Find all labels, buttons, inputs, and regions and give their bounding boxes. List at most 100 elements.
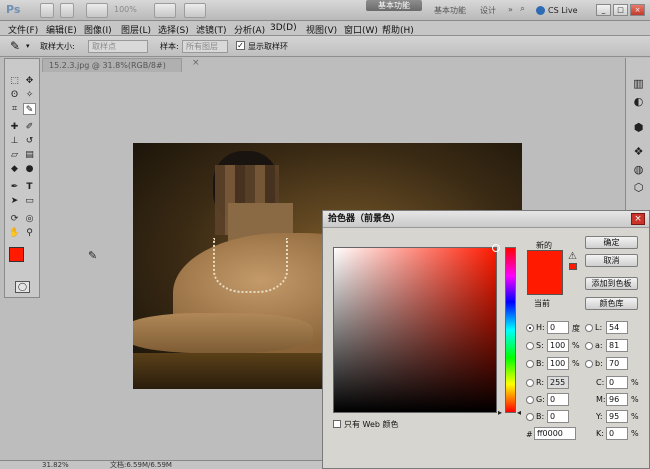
radio-l[interactable] [585,324,593,332]
menu-layer[interactable]: 图层(L) [121,23,151,36]
radio-brightness[interactable] [526,360,534,368]
sample-select[interactable]: 所有图层 [182,40,228,53]
channels-panel-icon[interactable]: ◍ [630,162,647,177]
menu-window[interactable]: 窗口(W) [344,23,378,36]
hue-field[interactable]: 0 [547,321,569,334]
color-panel-icon[interactable]: ▥ [630,76,647,91]
saturation-brightness-field[interactable] [333,244,500,413]
color-libraries-button[interactable]: 颜色库 [585,297,638,310]
radio-red[interactable] [526,379,534,387]
gradient-tool-icon[interactable]: ▤ [23,149,36,161]
close-icon[interactable]: × [630,4,645,16]
gamut-correction-swatch[interactable] [569,263,577,270]
zoom-level[interactable]: 100% [114,5,137,14]
path-select-tool-icon[interactable]: ➤ [8,195,21,207]
hand-tool-icon[interactable]: ✋ [8,227,21,239]
yellow-field[interactable]: 95 [606,410,628,423]
ok-button[interactable]: 确定 [585,236,638,249]
out-of-gamut-warning-icon[interactable]: ⚠ [568,251,577,262]
workspace-button-design[interactable]: 设计 [474,3,502,19]
shape-tool-icon[interactable]: ▭ [23,195,36,207]
status-zoom[interactable]: 31.82% [42,461,69,469]
web-only-checkbox[interactable] [333,420,341,428]
layers-panel-icon[interactable]: ❖ [630,144,647,159]
brightness-field[interactable]: 100 [547,357,569,370]
black-field[interactable]: 0 [606,427,628,440]
3d-panel-icon[interactable]: ⬢ [630,120,647,135]
workspace-button-essentials[interactable]: 基本功能 [428,3,472,19]
menu-view[interactable]: 视图(V) [306,23,337,36]
menu-filter[interactable]: 滤镜(T) [196,23,227,36]
crop-tool-icon[interactable]: ⌗ [8,103,21,115]
document-tab[interactable]: 15.2.3.jpg @ 31.8%(RGB/8#) [42,58,182,72]
mini-bridge-button[interactable] [60,3,74,18]
arrange-documents-button[interactable] [154,3,176,18]
type-tool-icon[interactable]: T [23,181,36,193]
eyedropper-tool-icon[interactable]: ✎ [23,103,36,115]
close-icon[interactable]: × [631,213,645,225]
menu-3d[interactable]: 3D(D) [270,23,297,33]
quick-mask-icon[interactable]: ◯ [15,281,30,293]
foreground-color-swatch[interactable] [9,247,24,262]
menu-select[interactable]: 选择(S) [158,23,189,36]
hue-slider[interactable] [505,247,516,413]
adjustments-panel-icon[interactable]: ◐ [630,94,647,109]
saturation-field[interactable]: 100 [547,339,569,352]
pen-tool-icon[interactable]: ✒ [8,181,21,193]
zoom-tool-icon[interactable]: ⚲ [23,227,36,239]
menu-help[interactable]: 帮助(H) [382,23,414,36]
healing-brush-tool-icon[interactable]: ✚ [8,121,21,133]
bridge-button[interactable] [40,3,54,18]
radio-green[interactable] [526,396,534,404]
radio-blue[interactable] [526,413,534,421]
history-brush-tool-icon[interactable]: ↺ [23,135,36,147]
sample-size-select[interactable]: 取样点 [88,40,148,53]
blue-field[interactable]: 0 [547,410,569,423]
hue-slider-right-arrow-icon[interactable]: ◂ [517,408,521,417]
hue-slider-left-arrow-icon[interactable]: ▸ [498,408,502,417]
show-ring-checkbox[interactable]: ✓ [236,41,245,50]
l-field[interactable]: 54 [606,321,628,334]
search-icon[interactable]: ⌕ [520,4,525,14]
menu-edit[interactable]: 编辑(E) [46,23,77,36]
blur-tool-icon[interactable]: ◆ [8,163,21,175]
green-field[interactable]: 0 [547,393,569,406]
minimize-icon[interactable]: _ [596,4,611,16]
lab-b-field[interactable]: 70 [606,357,628,370]
cancel-button[interactable]: 取消 [585,254,638,267]
menu-file[interactable]: 文件(F) [8,23,38,36]
3d-rotate-tool-icon[interactable]: ⟳ [8,213,21,225]
document-tab-close-icon[interactable]: × [192,58,200,68]
color-field-marker[interactable] [492,244,500,252]
radio-saturation[interactable] [526,342,534,350]
screen-mode-button[interactable] [184,3,206,18]
chevron-down-icon[interactable]: ▾ [26,42,30,50]
clone-stamp-tool-icon[interactable]: ⊥ [8,135,21,147]
radio-hue[interactable] [526,324,534,332]
quick-select-tool-icon[interactable]: ✧ [23,89,36,101]
workspace-button-active[interactable]: 基本功能 [366,0,422,11]
eyedropper-tool-preset-icon[interactable]: ✎ [10,39,20,53]
radio-a[interactable] [585,342,593,350]
lasso-tool-icon[interactable]: ʘ [8,89,21,101]
view-extras-button[interactable] [86,3,108,18]
workspace-more-icon[interactable]: » [508,5,513,14]
magenta-field[interactable]: 96 [606,393,628,406]
marquee-tool-icon[interactable]: ⬚ [8,75,21,87]
red-field[interactable]: 255 [547,376,569,389]
move-tool-icon[interactable]: ✥ [23,75,36,87]
eraser-tool-icon[interactable]: ▱ [8,149,21,161]
a-field[interactable]: 81 [606,339,628,352]
dodge-tool-icon[interactable]: ● [23,163,36,175]
add-to-swatches-button[interactable]: 添加到色板 [585,277,638,290]
3d-orbit-tool-icon[interactable]: ◎ [23,213,36,225]
paths-panel-icon[interactable]: ⬡ [630,180,647,195]
cs-live-button[interactable]: CS Live [548,4,578,18]
cyan-field[interactable]: 0 [606,376,628,389]
maximize-icon[interactable]: □ [613,4,628,16]
radio-lab-b[interactable] [585,360,593,368]
menu-image[interactable]: 图像(I) [84,23,112,36]
current-color-swatch[interactable] [527,273,563,295]
brush-tool-icon[interactable]: ✐ [23,121,36,133]
hex-field[interactable]: ff0000 [534,427,576,440]
